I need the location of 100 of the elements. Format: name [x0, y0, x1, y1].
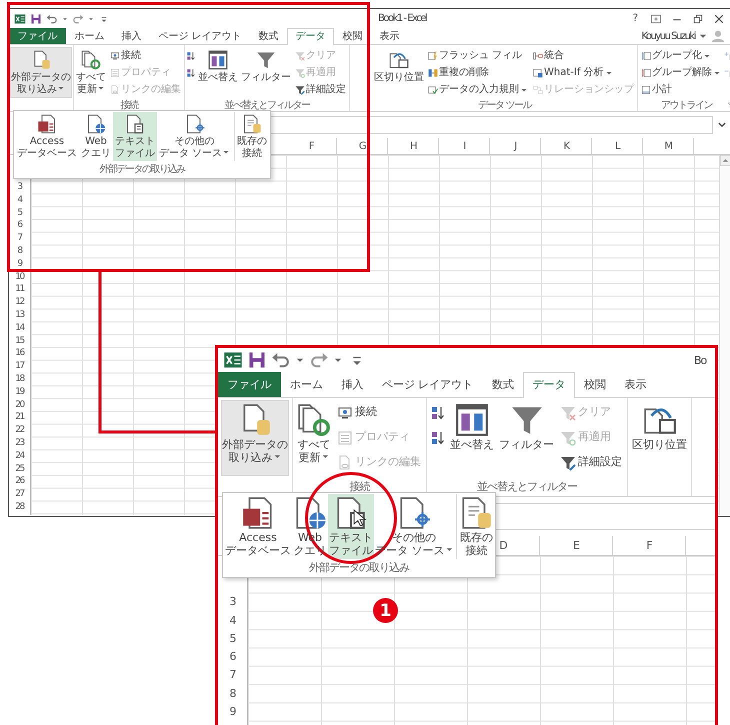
ribbon-tab[interactable]: データ [287, 28, 334, 45]
column-header[interactable]: F [613, 536, 686, 555]
undo-icon[interactable] [46, 12, 58, 24]
row-header[interactable]: 24 [9, 449, 30, 462]
ribbon-button[interactable]: グループ化 [639, 47, 723, 64]
row-header[interactable]: 17 [9, 360, 30, 373]
row-header[interactable]: 14 [9, 321, 30, 334]
ribbon-button[interactable]: フィルター [240, 47, 292, 98]
ribbon-tab[interactable]: 数式 [250, 28, 288, 44]
save-icon[interactable] [247, 350, 267, 370]
ribbon-tab[interactable]: データ [523, 372, 574, 398]
ribbon-tab[interactable]: 表示 [615, 372, 656, 397]
column-header[interactable]: I [439, 138, 490, 154]
column-header[interactable]: E [540, 536, 613, 555]
row-header[interactable]: 6 [9, 218, 30, 232]
row-header[interactable]: 27 [9, 488, 30, 501]
ribbon-button[interactable]: What-If 分析 [531, 64, 636, 81]
sort-ascending-icon[interactable] [430, 404, 446, 420]
row-header[interactable]: 13 [9, 308, 30, 322]
column-header[interactable]: K [541, 138, 592, 154]
gallery-item[interactable]: Web クエリ [79, 112, 113, 161]
gallery-item[interactable]: その他の データ ソース [157, 112, 232, 161]
ribbon-tab[interactable]: 挿入 [332, 372, 372, 397]
ribbon-button[interactable]: 詳細設定 [558, 450, 624, 475]
gallery-item[interactable]: 既存の 接続 [456, 494, 494, 560]
column-header[interactable]: M [643, 138, 694, 154]
row-header[interactable]: 18 [9, 372, 30, 386]
ribbon-button[interactable]: フィルター [498, 400, 555, 476]
undo-icon[interactable] [271, 350, 291, 370]
ribbon-button[interactable]: 区切り位置 [373, 47, 425, 98]
close-icon[interactable] [713, 12, 725, 24]
ribbon-button[interactable]: 並べ替え [449, 400, 495, 476]
row-header[interactable]: 3 [218, 592, 247, 611]
spreadsheet-app-icon[interactable] [223, 350, 243, 370]
sort-ascending-icon[interactable] [186, 50, 196, 60]
ribbon-button[interactable]: すべて 更新 [296, 400, 332, 476]
row-header[interactable]: 5 [9, 206, 30, 219]
ribbon-button[interactable]: 外部データの 取り込み [10, 47, 72, 98]
row-header[interactable]: 22 [9, 424, 30, 437]
row-header[interactable]: 25 [9, 462, 30, 475]
row-header[interactable]: 6 [218, 647, 247, 666]
row-header[interactable]: 4 [9, 193, 30, 206]
ribbon-tab[interactable]: ホーム [66, 28, 113, 44]
ribbon-options-icon[interactable] [650, 12, 662, 24]
ribbon-tab[interactable]: 数式 [482, 372, 523, 397]
gallery-item[interactable]: テキスト ファイル [113, 112, 157, 161]
ribbon-button[interactable]: データの入力規則 [426, 81, 530, 98]
expand-icon[interactable] [717, 120, 727, 130]
sort-descending-icon[interactable] [186, 68, 196, 78]
ribbon-button[interactable]: フラッシュ フィル [426, 47, 530, 64]
column-header[interactable]: G [337, 138, 388, 154]
row-header[interactable]: 4 [218, 610, 247, 630]
ribbon-button[interactable]: すべて 更新 [75, 47, 107, 98]
account-name[interactable]: Kouyuu Suzuki [641, 30, 695, 42]
spreadsheet-app-icon[interactable] [14, 12, 26, 24]
ribbon-button[interactable]: 接続 [335, 400, 423, 425]
column-header[interactable]: L [592, 138, 643, 154]
row-header[interactable]: 23 [9, 436, 30, 450]
row-header[interactable]: 26 [9, 474, 30, 488]
row-header[interactable]: 9 [9, 257, 30, 270]
ribbon-button[interactable]: 並べ替え [197, 47, 239, 98]
ribbon-tab[interactable]: ページ レイアウト [150, 28, 250, 44]
sort-descending-icon[interactable] [430, 430, 446, 446]
ribbon-button[interactable]: 区切り位置 [631, 400, 688, 476]
gallery-item[interactable]: 既存の 接続 [234, 112, 270, 161]
gallery-item[interactable]: Access データベース [224, 494, 292, 560]
file-tab[interactable]: ファイル [9, 28, 66, 44]
ribbon-button[interactable]: 接続 [108, 47, 183, 64]
row-header[interactable]: 5 [218, 629, 247, 648]
row-header[interactable]: 8 [9, 244, 30, 258]
row-header[interactable]: 16 [9, 346, 30, 360]
row-header[interactable]: 19 [9, 385, 30, 398]
ribbon-button[interactable]: 重複の削除 [426, 64, 530, 81]
column-header[interactable]: H [388, 138, 439, 154]
gallery-item[interactable]: テキスト ファイル [328, 494, 374, 560]
row-header[interactable]: 20 [9, 398, 30, 411]
ribbon-tab[interactable]: 校閲 [574, 372, 615, 397]
scroll-up-icon[interactable] [720, 155, 730, 166]
row-header[interactable]: 8 [218, 684, 247, 702]
gallery-item[interactable]: Access データベース [15, 112, 79, 161]
file-tab[interactable]: ファイル [218, 372, 280, 397]
row-header[interactable]: 3 [9, 180, 30, 194]
ribbon-button[interactable]: 小計 [639, 81, 723, 98]
redo-icon[interactable] [72, 12, 84, 24]
ribbon-button[interactable]: グループ解除 [639, 64, 723, 81]
ribbon-button[interactable]: 外部データの 取り込み [221, 400, 289, 476]
row-header[interactable]: 28 [9, 500, 30, 514]
row-header[interactable]: 7 [218, 666, 247, 684]
ribbon-tab[interactable]: 校閲 [334, 28, 372, 44]
row-header[interactable]: 7 [9, 232, 30, 245]
row-header[interactable]: 15 [9, 334, 30, 347]
ribbon-tab[interactable]: 表示 [371, 28, 408, 44]
row-header[interactable]: 21 [9, 410, 30, 424]
row-header[interactable]: 11 [9, 282, 30, 296]
ribbon-button[interactable]: 統合 [531, 47, 636, 64]
row-header[interactable]: 12 [9, 296, 30, 309]
ribbon-button[interactable]: 詳細設定 [293, 81, 348, 98]
ribbon-tab[interactable]: ホーム [280, 372, 332, 397]
restore-icon[interactable] [692, 12, 704, 24]
row-header[interactable]: 10 [9, 270, 30, 283]
